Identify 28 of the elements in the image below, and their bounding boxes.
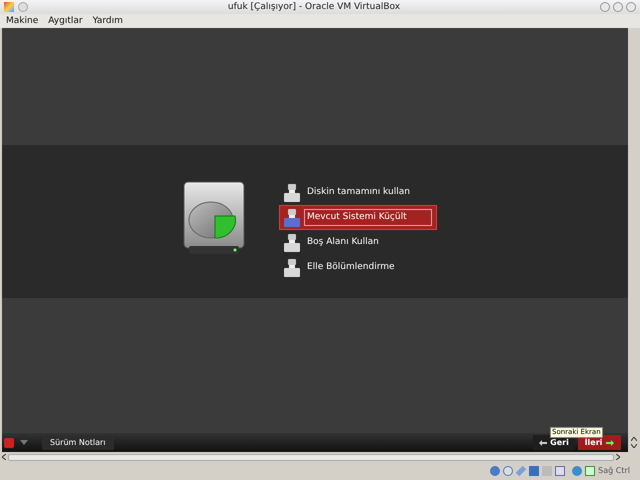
hard-disk-icon [183, 180, 245, 256]
right-arrow-icon [606, 440, 614, 446]
scroll-right-icon[interactable] [616, 454, 620, 460]
dropdown-caret-icon[interactable] [20, 440, 28, 445]
install-option-icon [284, 234, 300, 252]
release-notes-button[interactable]: Sürüm Notları [42, 436, 114, 450]
horizontal-scrollbar[interactable] [8, 454, 614, 460]
minimize-button[interactable] [600, 2, 610, 12]
install-option-icon [284, 208, 300, 226]
menu-item[interactable]: Makine [6, 16, 38, 26]
left-arrow-icon [539, 440, 548, 446]
window-title: ufuk [Çalışıyor] - Oracle VM VirtualBox [226, 2, 402, 12]
install-option[interactable]: Mevcut Sistemi Küçült [279, 205, 437, 230]
maximize-button[interactable] [613, 2, 623, 12]
menu-item[interactable]: Yardım [92, 16, 123, 26]
install-option[interactable]: Diskin tamamını kullan [279, 180, 437, 205]
menu-item[interactable]: Aygıtlar [48, 16, 83, 26]
scroll-down-icon[interactable] [631, 444, 637, 448]
scroll-left-icon[interactable] [2, 454, 6, 460]
install-option[interactable]: Elle Bölümlendirme [279, 255, 437, 280]
host-key-label: Sağ Ctrl [598, 467, 630, 475]
install-option-icon [284, 258, 300, 276]
install-option[interactable]: Boş Alanı Kullan [279, 230, 437, 255]
pin-button[interactable] [18, 2, 28, 12]
close-button[interactable] [626, 2, 636, 12]
app-icon [4, 2, 14, 12]
install-option-icon [284, 184, 300, 202]
scroll-up-icon[interactable] [631, 437, 637, 441]
